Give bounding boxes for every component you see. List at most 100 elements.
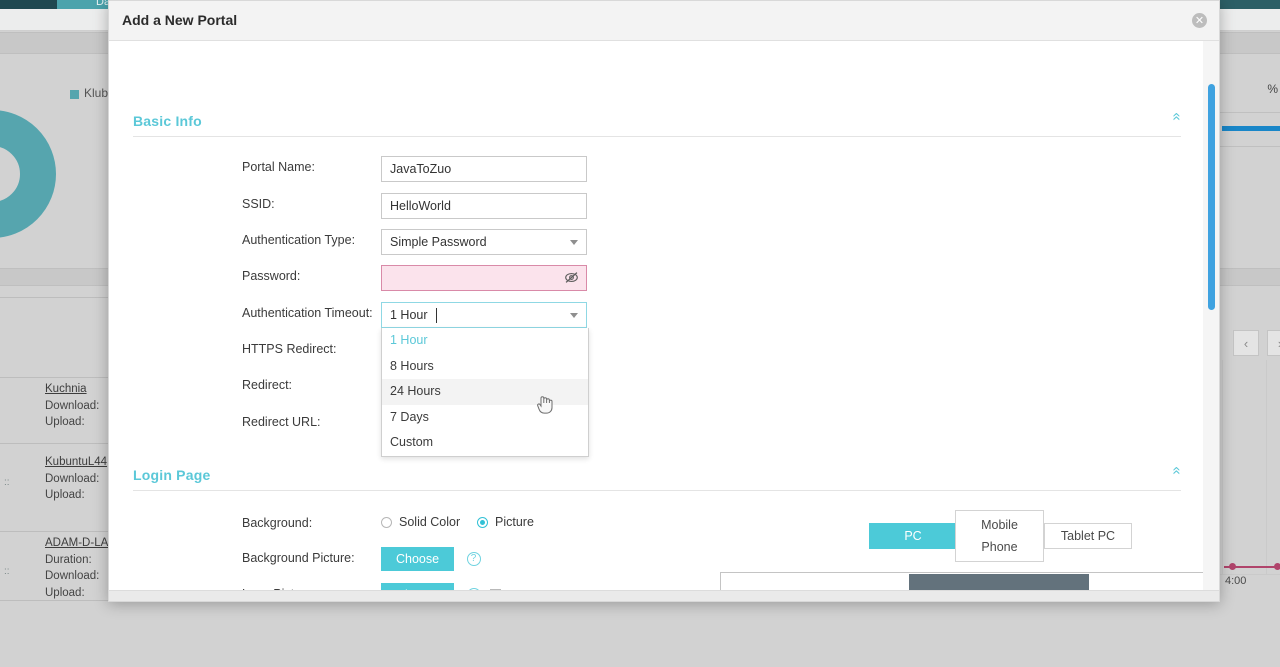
side-label-0: :: [4,477,10,488]
line-chart: 4:00 [1218,360,1280,600]
authentication-timeout-value: 1 Hour [390,308,428,322]
dropdown-option-1-hour[interactable]: 1 Hour [382,328,588,354]
add-portal-modal: Add a New Portal ✕ Basic Info « Portal N… [108,0,1220,602]
field-row-redirect: Redirect: [109,374,1219,400]
label-authentication-timeout: Authentication Timeout: [242,306,373,320]
client-download-label: Download: [45,570,100,582]
client-name[interactable]: KubuntuL44 [45,454,107,471]
blue-indicator-bar [1222,126,1280,131]
field-row-auth-timeout: Authentication Timeout: 1 Hour [109,302,1219,328]
field-row-ssid: SSID: [109,193,1219,219]
text-cursor [436,308,437,323]
authentication-timeout-dropdown[interactable]: 1 Hour 8 Hours 24 Hours 7 Days Custom [381,328,589,457]
password-control [381,265,587,291]
field-row-background-picture: Background Picture: Choose ? [109,547,1219,573]
password-input[interactable] [381,265,587,291]
close-icon[interactable]: ✕ [1192,13,1207,28]
label-redirect: Redirect: [242,378,293,392]
tab-mobile-phone-line1: Mobile [981,518,1018,532]
dropdown-option-custom[interactable]: Custom [382,430,588,456]
label-redirect-url: Redirect URL: [242,415,321,429]
authentication-type-select[interactable]: Simple Password [381,229,587,255]
modal-body: Basic Info « Portal Name: SSID: Authenti… [109,41,1219,601]
label-portal-name: Portal Name: [242,160,315,174]
portal-name-input[interactable] [381,156,587,182]
dropdown-option-7-days[interactable]: 7 Days [382,405,588,431]
label-ssid: SSID: [242,197,275,211]
section-divider [133,490,1181,491]
top-navigation-logo [0,0,57,9]
client-download-label: Download: [45,472,100,485]
label-background: Background: [242,516,313,530]
client-duration-label: Duration: [45,553,92,566]
chevron-up-icon[interactable]: « [1168,112,1185,120]
list-item[interactable]: KubuntuL44 Download: Upload: [45,454,107,504]
section-divider [133,136,1181,137]
client-name[interactable]: Kuchnia [45,381,99,398]
client-download-label: Download: [45,399,100,412]
pagination-next-button[interactable]: › [1267,330,1280,356]
divider-rule-bottom [1218,146,1280,147]
ssid-control [381,193,587,219]
client-upload-label: Upload: [45,416,85,428]
field-row-https-redirect: HTTPS Redirect: [109,338,1219,364]
radio-label-solid-color: Solid Color [399,515,461,529]
label-authentication-type: Authentication Type: [242,233,356,247]
section-login-page: Login Page « [133,466,1185,491]
label-password: Password: [242,269,301,283]
radio-label-picture: Picture [495,515,534,529]
auth-type-control: Simple Password [381,229,587,255]
chart-gridline-v [1222,360,1223,575]
legend-label: Klub [84,86,109,100]
choose-background-picture-button[interactable]: Choose [381,547,455,571]
modal-scrollbar-thumb[interactable] [1208,84,1215,310]
page-title: Add a New Portal [122,12,238,28]
chart-point [1229,563,1236,570]
chart-point [1274,563,1280,570]
tab-pc[interactable]: PC [869,523,957,549]
client-upload-label: Upload: [45,586,85,599]
list-item[interactable]: ADAM-D-LA Duration: Download: Upload: [45,535,108,601]
percent-label: % [1267,82,1278,96]
pagination-prev-button[interactable]: ‹ [1233,330,1259,356]
modal-scrollbar-track[interactable] [1203,41,1219,601]
authentication-timeout-select[interactable]: 1 Hour [381,302,587,328]
chevron-up-icon[interactable]: « [1168,466,1185,474]
section-title-login-page: Login Page [133,467,211,483]
field-row-password: Password: [109,265,1219,291]
section-basic-info: Basic Info « [133,112,1185,137]
legend-swatch-icon [70,90,79,99]
portal-name-control [381,156,587,182]
chevron-down-icon [570,240,578,245]
dropdown-option-24-hours[interactable]: 24 Hours [382,379,588,405]
section-title-basic-info: Basic Info [133,113,202,129]
help-icon[interactable]: ? [466,551,481,566]
modal-footer [109,590,1219,601]
dropdown-option-8-hours[interactable]: 8 Hours [382,354,588,380]
ssid-input[interactable] [381,193,587,219]
label-https-redirect: HTTPS Redirect: [242,342,337,356]
chart-gridline-v [1266,360,1267,575]
tab-tablet-pc[interactable]: Tablet PC [1044,523,1132,549]
chart-x-tick-label: 4:00 [1225,575,1247,587]
radio-icon [381,516,392,528]
client-name[interactable]: ADAM-D-LA [45,535,108,552]
divider-rule-top [1218,112,1280,113]
field-row-redirect-url: Redirect URL: [109,411,1219,437]
side-label-1: :: [4,566,10,577]
field-row-auth-type: Authentication Type: Simple Password [109,229,1219,255]
field-row-portal-name: Portal Name: [109,156,1219,182]
background-picture-control: Choose ? [381,547,481,571]
label-background-picture: Background Picture: [242,551,355,565]
list-item[interactable]: Kuchnia Download: Upload: [45,381,99,431]
radio-picture[interactable]: Picture [477,515,534,529]
donut-chart [0,110,56,238]
chevron-left-icon: ‹ [1243,335,1249,351]
tab-mobile-phone-line2: Phone [981,540,1018,554]
auth-timeout-control: 1 Hour [381,302,587,328]
radio-icon-selected [477,516,488,528]
client-upload-label: Upload: [45,489,85,501]
tab-mobile-phone[interactable]: Mobile Phone [955,510,1044,562]
radio-solid-color[interactable]: Solid Color [381,515,460,529]
chevron-down-icon [570,313,578,318]
